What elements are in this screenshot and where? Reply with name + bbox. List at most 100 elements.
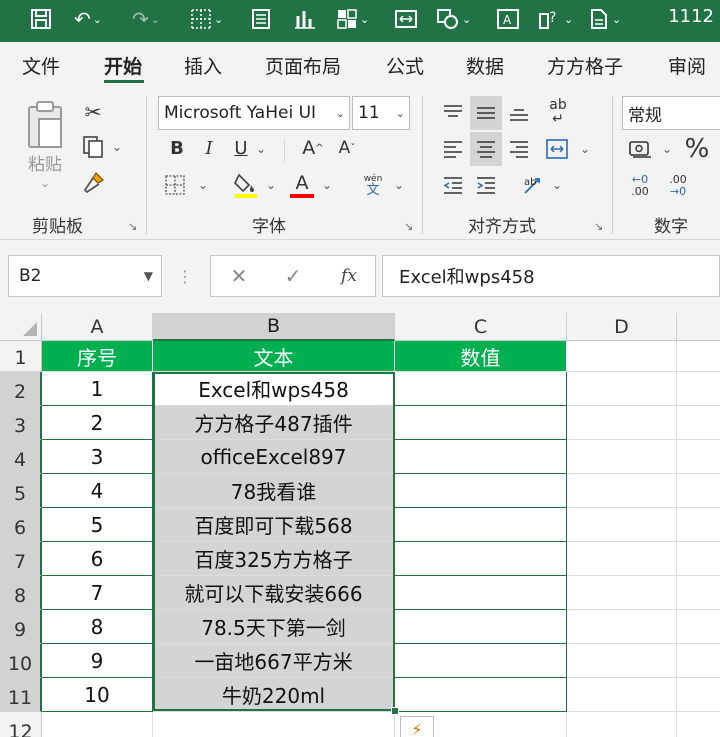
borders-button[interactable] — [162, 172, 188, 198]
cell[interactable] — [42, 712, 153, 737]
cell[interactable] — [677, 644, 720, 678]
font-name-select[interactable]: Microsoft YaHei UI ⌄ — [158, 96, 350, 130]
grow-font-button[interactable]: A ^ — [300, 134, 326, 162]
tab-fangfang[interactable]: 方方格子 — [547, 52, 623, 79]
cell[interactable] — [567, 610, 677, 644]
paste-button[interactable]: 粘贴 — [22, 150, 68, 175]
align-top-icon[interactable] — [438, 98, 468, 128]
value-cell[interactable] — [395, 508, 567, 542]
cell[interactable] — [677, 542, 720, 576]
cell[interactable] — [567, 678, 677, 712]
formula-input[interactable]: Excel和wps458 — [382, 255, 720, 297]
cell[interactable] — [677, 372, 720, 406]
text-cell[interactable]: 百度即可下载568 — [153, 508, 395, 542]
decrease-decimal-button[interactable]: .00 →0 — [664, 172, 692, 200]
cell[interactable] — [567, 644, 677, 678]
percent-button[interactable]: % — [682, 132, 712, 166]
redo-icon[interactable]: ↷ ⌄ — [132, 4, 160, 34]
tab-page-layout[interactable]: 页面布局 — [265, 52, 341, 79]
cell[interactable] — [567, 372, 677, 406]
text-cell[interactable]: 78我看谁 — [153, 474, 395, 508]
index-cell[interactable]: 9 — [42, 644, 153, 678]
cell[interactable] — [567, 542, 677, 576]
chart-icon[interactable] — [294, 4, 316, 34]
select-all-button[interactable] — [0, 313, 42, 341]
row-header[interactable]: 7 — [0, 542, 42, 576]
paste-dropdown-icon[interactable]: ⌄ — [38, 176, 52, 190]
phonetic-dropdown-icon[interactable]: ⌄ — [392, 178, 406, 192]
value-cell[interactable] — [395, 440, 567, 474]
fill-handle[interactable] — [391, 707, 399, 715]
align-right-icon[interactable] — [504, 134, 534, 164]
increase-decimal-button[interactable]: ←0 .00 — [626, 172, 654, 200]
font-color-button[interactable]: A — [288, 170, 316, 200]
form-icon[interactable] — [250, 4, 272, 34]
text-cell[interactable]: 78.5天下第一剑 — [153, 610, 395, 644]
tab-data[interactable]: 数据 — [466, 52, 504, 79]
index-cell[interactable]: 6 — [42, 542, 153, 576]
index-cell[interactable]: 1 — [42, 372, 153, 406]
paste-icon[interactable] — [22, 98, 68, 154]
page-icon[interactable]: ⌄ — [588, 4, 621, 34]
orientation-icon[interactable]: ab — [518, 170, 548, 200]
font-size-select[interactable]: 11 ⌄ — [352, 96, 410, 130]
text-cell[interactable]: 牛奶220ml — [153, 678, 395, 712]
align-middle-icon[interactable] — [471, 98, 501, 128]
cancel-button[interactable]: ✕ — [227, 264, 251, 288]
bold-button[interactable]: B — [166, 134, 188, 162]
row-header[interactable]: 9 — [0, 610, 42, 644]
row-header[interactable]: 10 — [0, 644, 42, 678]
tab-file[interactable]: 文件 — [22, 52, 60, 79]
shapes-icon[interactable]: ⌄ — [436, 4, 471, 34]
fit-icon[interactable] — [394, 4, 418, 34]
number-format-select[interactable]: 常规 — [622, 96, 720, 130]
copy-dropdown-icon[interactable]: ⌄ — [110, 140, 124, 154]
accounting-icon[interactable] — [626, 134, 656, 164]
row-header[interactable]: 4 — [0, 440, 42, 474]
cell[interactable] — [677, 406, 720, 440]
header-cell[interactable]: 数值 — [395, 341, 567, 372]
column-header-c[interactable]: C — [395, 313, 567, 341]
borders-dropdown-icon[interactable]: ⌄ — [196, 178, 210, 192]
value-cell[interactable] — [395, 644, 567, 678]
text-cell[interactable]: 方方格子487插件 — [153, 406, 395, 440]
text-cell[interactable]: officeExcel897 — [153, 440, 395, 474]
cell[interactable] — [567, 341, 677, 372]
underline-dropdown-icon[interactable]: ⌄ — [254, 142, 268, 156]
cell[interactable] — [567, 474, 677, 508]
cell[interactable] — [153, 712, 395, 737]
row-header[interactable]: 3 — [0, 406, 42, 440]
index-cell[interactable]: 10 — [42, 678, 153, 712]
phonetic-button[interactable]: wén 文 — [356, 170, 390, 200]
value-cell[interactable] — [395, 372, 567, 406]
text-cell[interactable]: Excel和wps458 — [153, 372, 395, 406]
index-cell[interactable]: 4 — [42, 474, 153, 508]
cell[interactable] — [677, 474, 720, 508]
format-painter-icon[interactable] — [80, 168, 108, 196]
quick-analysis-icon[interactable]: ⚡ — [400, 716, 434, 737]
cell[interactable] — [677, 712, 720, 737]
font-launcher-icon[interactable]: ↘ — [404, 220, 413, 233]
row-header[interactable]: 5 — [0, 474, 42, 508]
cell[interactable] — [677, 508, 720, 542]
shrink-font-button[interactable]: Aˇ — [334, 134, 360, 162]
tab-insert[interactable]: 插入 — [184, 52, 222, 79]
value-cell[interactable] — [395, 610, 567, 644]
cell[interactable] — [567, 576, 677, 610]
increase-indent-icon[interactable] — [471, 170, 501, 200]
row-header[interactable]: 12 — [0, 712, 42, 737]
fill-color-dropdown-icon[interactable]: ⌄ — [264, 178, 278, 192]
font-color-dropdown-icon[interactable]: ⌄ — [320, 178, 334, 192]
wrap-text-button[interactable]: ab ↵ — [542, 96, 574, 128]
grid-icon[interactable]: ⌄ — [336, 4, 369, 34]
tab-formulas[interactable]: 公式 — [386, 52, 424, 79]
index-cell[interactable]: 7 — [42, 576, 153, 610]
cut-icon[interactable]: ✂ — [80, 98, 106, 126]
cell[interactable] — [677, 440, 720, 474]
insert-function-button[interactable]: fx — [335, 264, 363, 288]
text-cell[interactable]: 一亩地667平方米 — [153, 644, 395, 678]
orientation-dropdown-icon[interactable]: ⌄ — [550, 178, 564, 192]
cell[interactable] — [567, 406, 677, 440]
text-cell[interactable]: 百度325方方格子 — [153, 542, 395, 576]
value-cell[interactable] — [395, 678, 567, 712]
